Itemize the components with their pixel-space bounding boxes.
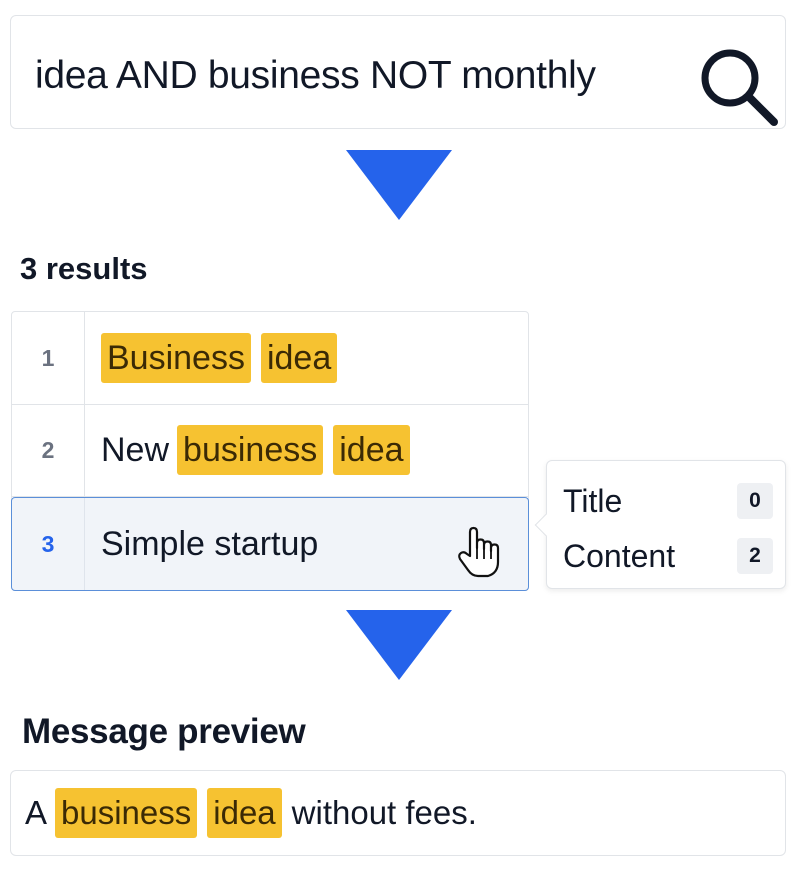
highlight-term: Business — [101, 333, 251, 383]
highlight-term: business — [55, 788, 198, 838]
results-count: 3 results — [20, 251, 148, 286]
match-count-badge: 2 — [737, 538, 773, 574]
highlight-term: idea — [207, 788, 282, 838]
message-preview: A business idea without fees. — [10, 770, 786, 856]
tooltip-row-title: Title 0 — [563, 481, 773, 521]
results-list: 1 Business idea 2 New business idea 3 Si… — [11, 311, 529, 591]
result-title: Business idea — [101, 312, 347, 404]
result-row-selected[interactable]: 3 Simple startup — [11, 497, 529, 591]
search-input[interactable]: idea AND business NOT monthly — [35, 54, 596, 98]
result-title: New business idea — [101, 404, 420, 496]
preview-text: A business idea without fees. — [25, 771, 485, 855]
result-number: 1 — [12, 312, 85, 404]
field-label: Title — [563, 483, 623, 519]
result-row[interactable]: 2 New business idea — [12, 404, 528, 497]
hand-pointer-icon — [456, 526, 502, 578]
preview-word: A — [25, 794, 48, 831]
result-title: Simple startup — [101, 498, 326, 590]
flow-arrow-down-icon — [346, 150, 452, 220]
highlight-term: idea — [260, 333, 338, 383]
result-number: 3 — [12, 498, 85, 590]
tooltip-row-content: Content 2 — [563, 536, 773, 576]
search-icon[interactable] — [696, 44, 780, 128]
preview-word: without fees. — [291, 794, 477, 831]
tooltip-pointer — [534, 513, 558, 537]
preview-heading: Message preview — [22, 712, 306, 751]
title-text: Simple startup — [101, 524, 319, 563]
result-row[interactable]: 1 Business idea — [12, 312, 528, 405]
search-box[interactable]: idea AND business NOT monthly — [10, 15, 786, 129]
result-number: 2 — [12, 404, 85, 496]
title-text: New — [101, 430, 170, 469]
field-label: Content — [563, 538, 676, 574]
match-count-badge: 0 — [737, 483, 773, 519]
highlight-term: business — [177, 425, 324, 475]
highlight-term: idea — [333, 425, 410, 475]
match-count-tooltip: Title 0 Content 2 — [534, 460, 786, 589]
flow-arrow-down-icon — [346, 610, 452, 680]
